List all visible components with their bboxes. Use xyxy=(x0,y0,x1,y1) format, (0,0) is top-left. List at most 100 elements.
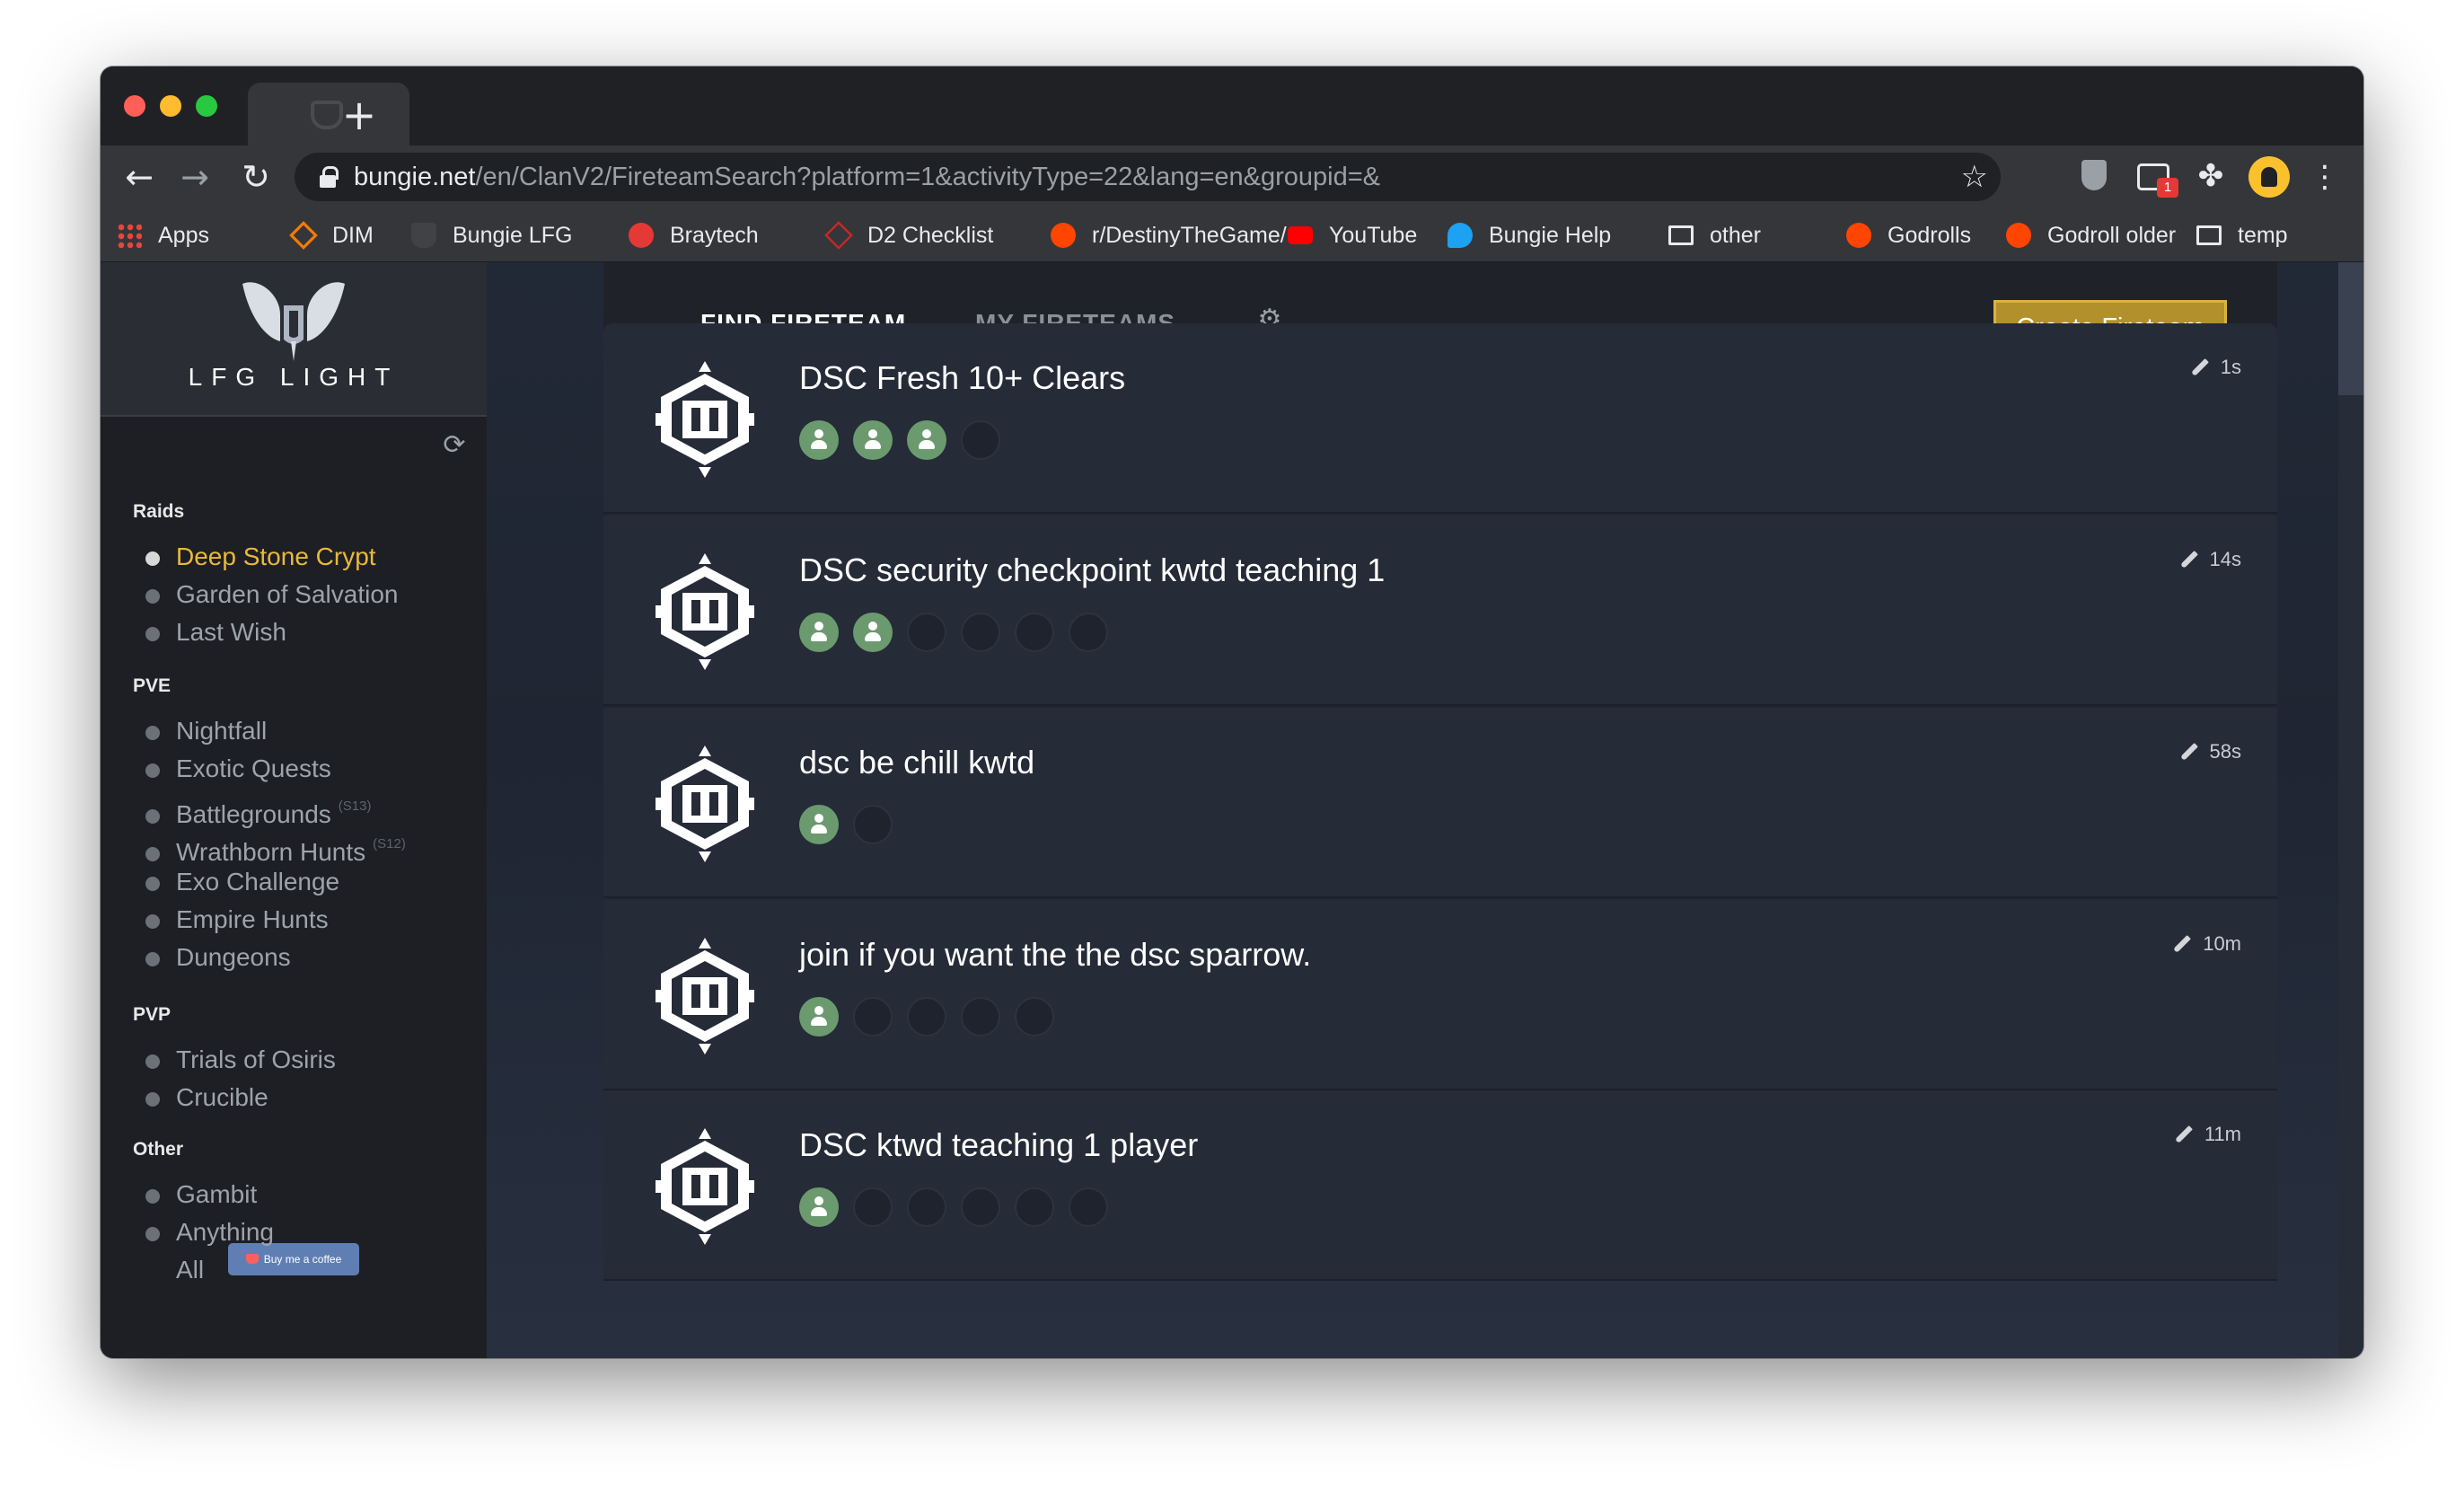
fireteam-card[interactable]: DSC security checkpoint kwtd teaching 1 1… xyxy=(603,516,2277,706)
browser-menu-icon[interactable]: ⋮ xyxy=(2310,154,2340,199)
player-slot-filled-icon[interactable] xyxy=(799,805,839,844)
scrollbar-thumb[interactable] xyxy=(2338,262,2363,395)
ublock-extension-icon[interactable] xyxy=(2076,158,2112,194)
fireteam-title[interactable]: DSC security checkpoint kwtd teaching 1 xyxy=(799,551,1385,589)
fireteam-title[interactable]: DSC ktwd teaching 1 player xyxy=(799,1126,1198,1164)
sidebar-item-all[interactable]: All xyxy=(145,1252,204,1288)
apps-grid-icon xyxy=(117,223,142,248)
fireteam-card[interactable]: dsc be chill kwtd 58s xyxy=(603,708,2277,898)
sidebar-item-exo-challenge[interactable]: Exo Challenge xyxy=(145,864,339,900)
player-slot-empty xyxy=(853,1187,893,1227)
sidebar-item-label: Garden of Salvation xyxy=(176,580,399,608)
braytech-icon xyxy=(629,223,654,248)
logo-text: LFG LIGHT xyxy=(188,363,400,391)
fireteam-age-value: 11m xyxy=(2204,1123,2241,1145)
fireteam-age: 1s xyxy=(2190,356,2241,379)
fireteam-age-value: 14s xyxy=(2209,548,2241,570)
page-scrollbar[interactable] xyxy=(2338,262,2363,1358)
new-tab-button[interactable]: + xyxy=(329,84,390,146)
sidebar-item-label: Nightfall xyxy=(176,717,268,745)
back-button[interactable]: ← xyxy=(117,154,162,199)
bookmark-braytech[interactable]: Braytech xyxy=(670,208,759,262)
sidebar-item-wrathborn-hunts[interactable]: Wrathborn Hunts (S12) xyxy=(145,826,406,866)
sidebar-item-last-wish[interactable]: Last Wish xyxy=(145,614,286,650)
player-slot-filled-icon[interactable] xyxy=(799,1187,839,1227)
sidebar: LFG LIGHT ⟳ Buy me a coffee Raids Deep St… xyxy=(101,262,487,1358)
pencil-icon xyxy=(2190,358,2209,376)
dim-logo-icon xyxy=(289,221,318,250)
fireteam-age: 10m xyxy=(2173,932,2241,956)
sidebar-category-other: Other xyxy=(133,1139,184,1160)
bookmark-dim[interactable]: DIM xyxy=(332,208,374,262)
fireteam-title[interactable]: dsc be chill kwtd xyxy=(799,744,1034,781)
player-slot-filled-icon[interactable] xyxy=(853,613,893,652)
fireteam-age: 11m xyxy=(2174,1123,2241,1146)
player-slot-empty xyxy=(907,613,946,652)
player-slot-filled-icon[interactable] xyxy=(799,997,839,1037)
season-tag: (S13) xyxy=(338,798,372,814)
minimize-window-button[interactable] xyxy=(160,95,181,117)
player-slot-filled-icon[interactable] xyxy=(799,613,839,652)
sidebar-item-empire-hunts[interactable]: Empire Hunts xyxy=(145,902,329,938)
player-slot-empty xyxy=(907,1187,946,1227)
fireteam-title[interactable]: join if you want the the dsc sparrow. xyxy=(799,936,1311,974)
dungeons-icon xyxy=(145,952,160,966)
bookmark-r-destinythegame[interactable]: r/DestinyTheGame/ xyxy=(1092,208,1287,262)
refresh-icon[interactable]: ⟳ xyxy=(436,428,472,463)
player-slot-filled-icon[interactable] xyxy=(799,420,839,460)
bookmark-godrolls[interactable]: Godrolls xyxy=(1888,208,1971,262)
bookmark-apps[interactable]: Apps xyxy=(158,208,209,262)
sidebar-category-raids: Raids xyxy=(133,501,185,522)
fireteam-card[interactable]: DSC Fresh 10+ Clears 1s xyxy=(603,323,2277,514)
sidebar-item-dungeons[interactable]: Dungeons xyxy=(145,940,291,975)
crucible-icon xyxy=(145,1092,160,1107)
fireteam-card[interactable]: DSC ktwd teaching 1 player 11m xyxy=(603,1090,2277,1281)
sidebar-item-crucible[interactable]: Crucible xyxy=(145,1080,268,1116)
fireteam-title[interactable]: DSC Fresh 10+ Clears xyxy=(799,359,1125,397)
sidebar-item-anything[interactable]: Anything xyxy=(145,1214,274,1250)
bookmark-d2-checklist[interactable]: D2 Checklist xyxy=(867,208,993,262)
bookmark-other[interactable]: other xyxy=(1710,208,1761,262)
maximize-window-button[interactable] xyxy=(196,95,217,117)
sidebar-item-battlegrounds[interactable]: Battlegrounds (S13) xyxy=(145,789,372,828)
player-slot-empty xyxy=(853,997,893,1037)
bookmark-bungie-help[interactable]: Bungie Help xyxy=(1489,208,1611,262)
bookmark-star-icon[interactable]: ☆ xyxy=(1961,153,1988,201)
forward-button[interactable]: → xyxy=(172,154,217,199)
sidebar-item-gambit[interactable]: Gambit xyxy=(145,1177,257,1213)
bookmark-temp[interactable]: temp xyxy=(2238,208,2288,262)
deep-stone-crypt-emblem-icon xyxy=(656,746,754,862)
reload-button[interactable]: ↻ xyxy=(233,154,278,199)
sidebar-item-trials-of-osiris[interactable]: Trials of Osiris xyxy=(145,1042,336,1078)
sidebar-item-label: Dungeons xyxy=(176,943,291,971)
sidebar-item-garden-of-salvation[interactable]: Garden of Salvation xyxy=(145,577,399,613)
bookmark-bungie-lfg[interactable]: Bungie LFG xyxy=(453,208,572,262)
sidebar-item-label: Empire Hunts xyxy=(176,905,329,933)
sidebar-item-label: Exo Challenge xyxy=(176,868,340,895)
player-slot-filled-icon[interactable] xyxy=(853,420,893,460)
player-slot-empty xyxy=(1069,1187,1108,1227)
nightfall-icon xyxy=(145,726,160,740)
folder-icon xyxy=(2196,225,2222,245)
player-slot-filled-icon[interactable] xyxy=(907,420,946,460)
anything-icon xyxy=(145,1227,160,1241)
sidebar-item-nightfall[interactable]: Nightfall xyxy=(145,713,267,749)
sidebar-item-exotic-quests[interactable]: Exotic Quests xyxy=(145,751,331,787)
fireteam-card[interactable]: join if you want the the dsc sparrow. 10m xyxy=(603,900,2277,1090)
bookmark-godroll-older[interactable]: Godroll older xyxy=(2047,208,2176,262)
profile-avatar[interactable] xyxy=(2248,156,2290,198)
pencil-icon xyxy=(2174,1125,2193,1143)
sidebar-item-deep-stone-crypt[interactable]: Deep Stone Crypt xyxy=(145,539,376,575)
address-bar[interactable]: bungie.net/en/ClanV2/FireteamSearch?plat… xyxy=(295,153,2001,201)
extensions-puzzle-icon[interactable]: ✤ xyxy=(2193,158,2229,194)
bookmark-youtube[interactable]: YouTube xyxy=(1329,208,1417,262)
close-window-button[interactable] xyxy=(124,95,145,117)
url-text[interactable]: bungie.net/en/ClanV2/FireteamSearch?plat… xyxy=(354,153,1380,201)
reddit-icon xyxy=(2006,223,2031,248)
deep-stone-crypt-icon xyxy=(145,551,160,566)
fireteam-slots xyxy=(799,1187,1122,1227)
screen-recorder-extension-icon[interactable]: 1 xyxy=(2134,158,2178,198)
player-slot-empty xyxy=(961,1187,1000,1227)
gambit-icon xyxy=(145,1189,160,1204)
logo-area[interactable]: LFG LIGHT xyxy=(101,262,487,417)
